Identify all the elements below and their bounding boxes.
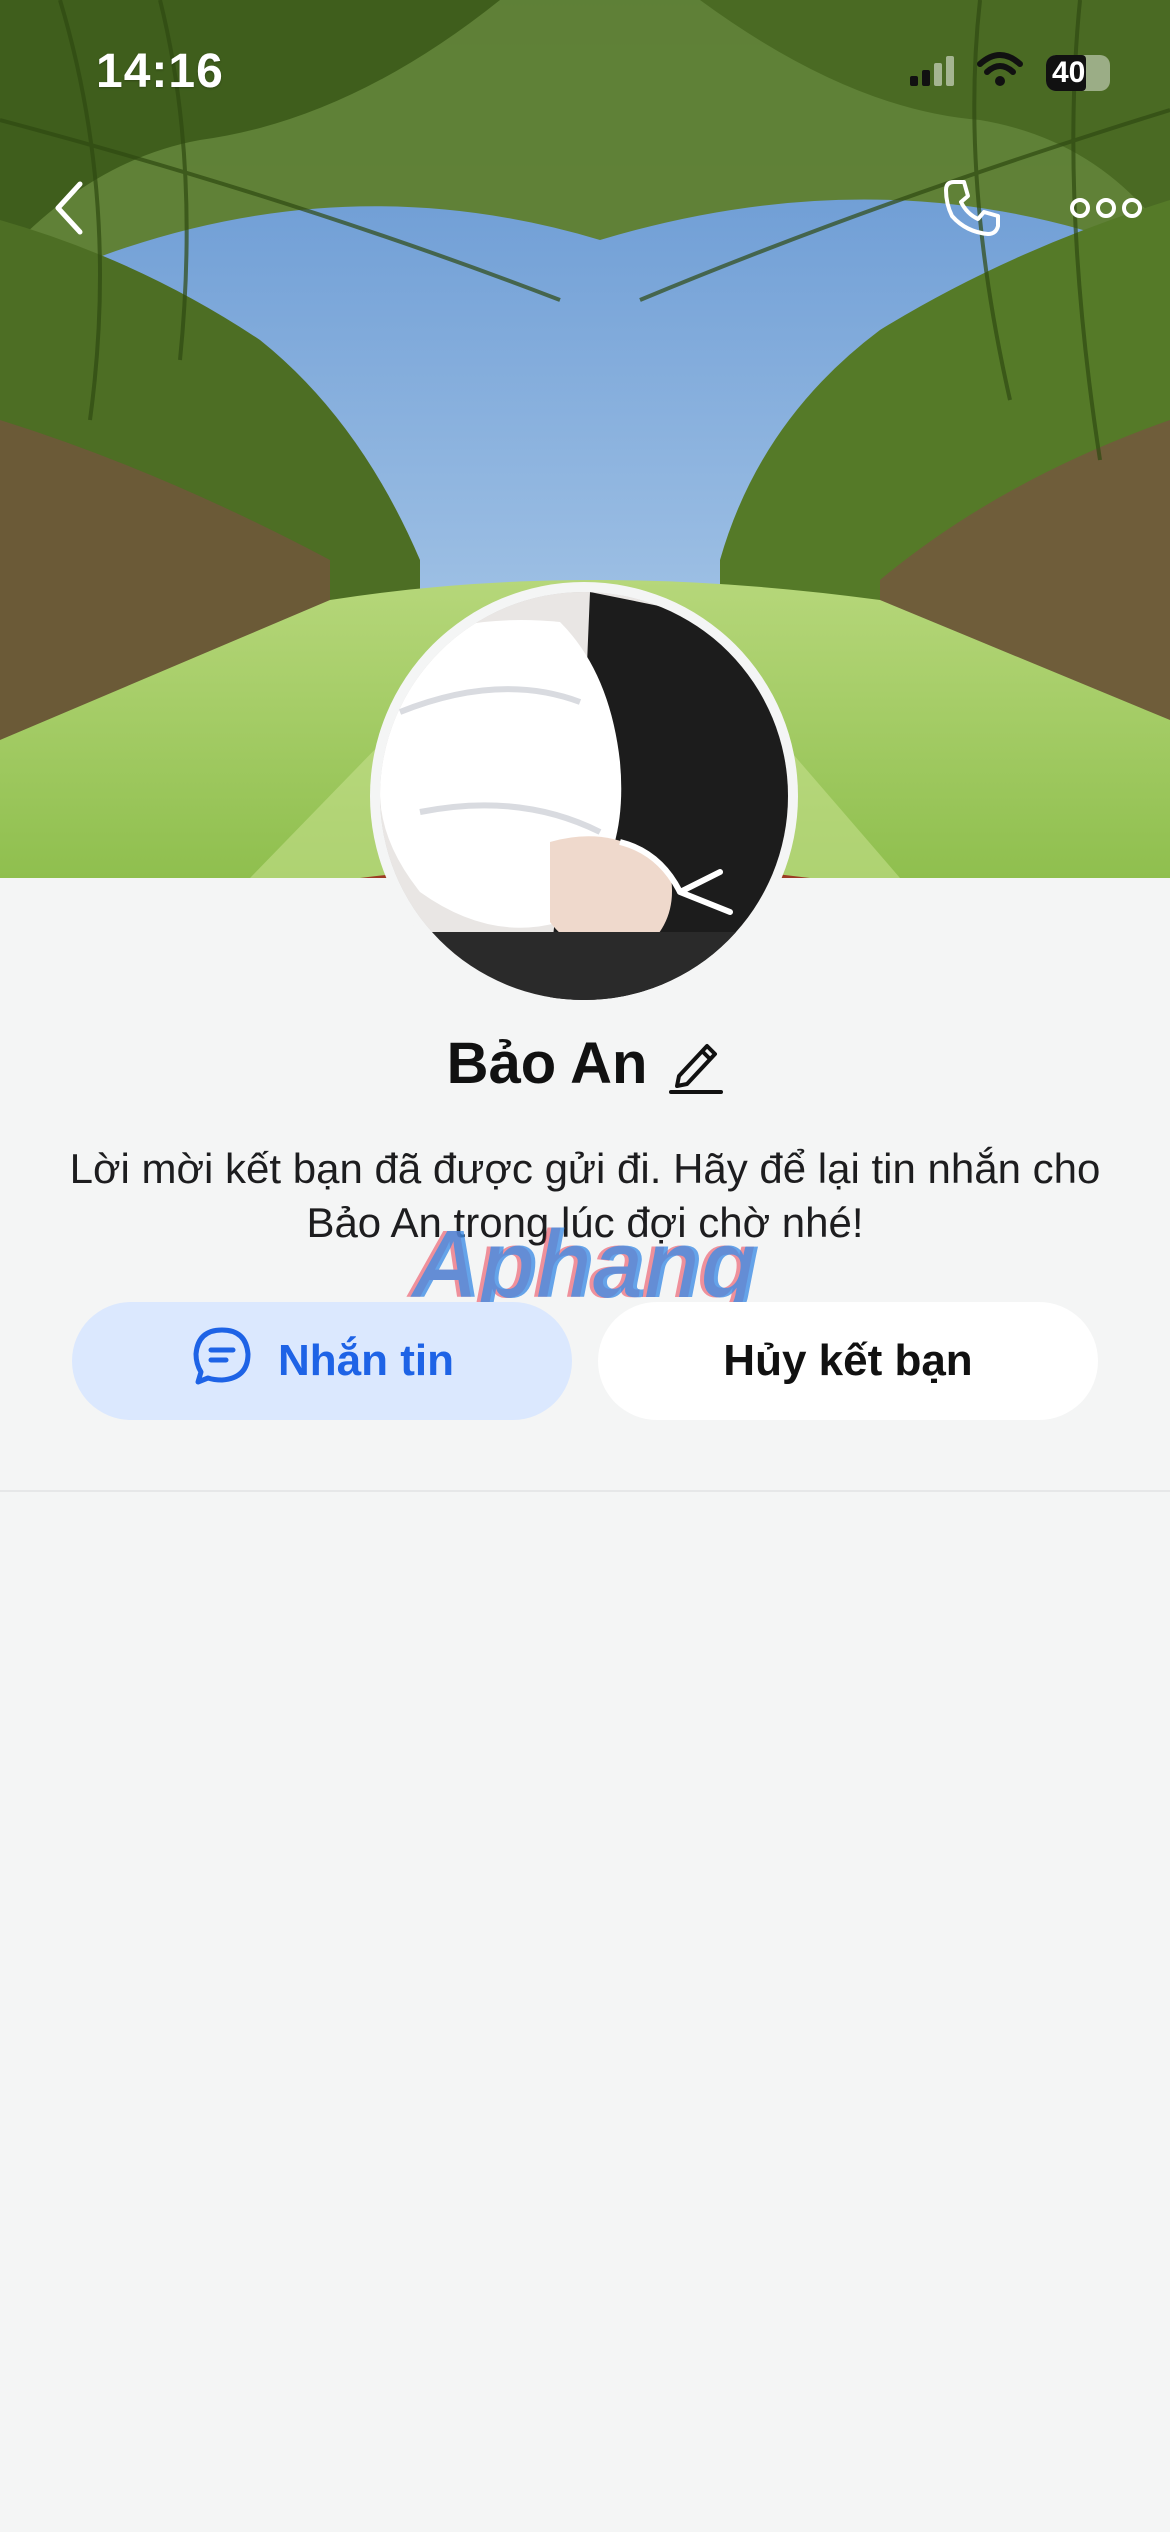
friend-request-message: Lời mời kết bạn đã được gửi đi. Hãy để l…	[69, 1145, 1101, 1246]
section-divider	[0, 1490, 1170, 1492]
chevron-left-icon	[50, 178, 90, 243]
profile-screen: 14:16 40 Bảo An Lời mời kết bạn đã được …	[0, 0, 1170, 2532]
cancel-friend-request-button[interactable]: Hủy kết bạn	[598, 1302, 1098, 1420]
avatar-image	[380, 592, 788, 1000]
more-dots-icon	[1070, 196, 1142, 225]
call-button[interactable]	[930, 168, 1014, 252]
phone-icon	[940, 176, 1004, 245]
pencil-icon[interactable]	[669, 1034, 724, 1094]
status-time: 14:16	[96, 45, 224, 98]
profile-name: Bảo An	[446, 1031, 648, 1096]
signal-icon	[910, 54, 954, 91]
battery-icon: 40	[1046, 54, 1110, 91]
status-icons: 40	[910, 52, 1110, 93]
wifi-icon	[976, 52, 1024, 93]
more-button[interactable]	[1064, 180, 1148, 240]
avatar[interactable]	[380, 592, 788, 1000]
message-button-label: Nhắn tin	[278, 1336, 454, 1385]
message-button[interactable]: Nhắn tin	[72, 1302, 572, 1420]
cancel-friend-request-label: Hủy kết bạn	[723, 1336, 973, 1385]
chat-bubble-icon	[190, 1324, 254, 1399]
profile-name-row: Bảo An	[0, 1030, 1170, 1097]
back-button[interactable]	[30, 170, 110, 250]
battery-percent: 40	[1052, 55, 1086, 89]
